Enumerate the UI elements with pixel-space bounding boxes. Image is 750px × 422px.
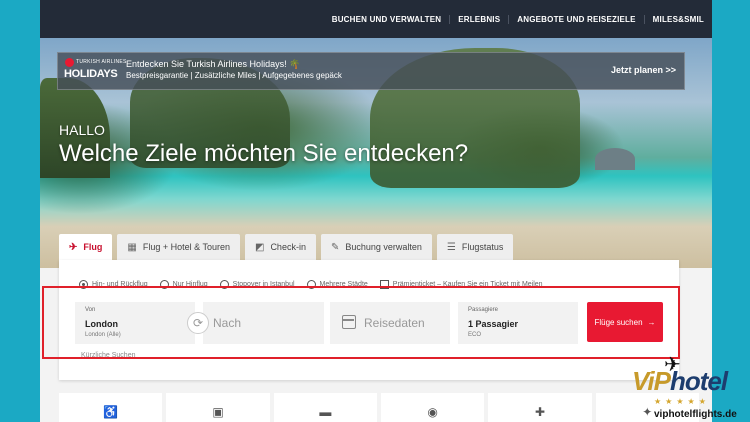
car-icon: ◉ <box>427 405 438 419</box>
hotel-icon: ▦ <box>127 241 137 253</box>
tab-label: Flug + Hotel & Touren <box>142 242 230 252</box>
baggage-icon: ▣ <box>212 405 224 419</box>
tab-flug[interactable]: ✈ Flug <box>59 234 113 260</box>
manage-icon: ✎ <box>330 241 340 253</box>
checkin-icon: ◩ <box>254 241 265 253</box>
nav-item-miles[interactable]: MILES&SMIL <box>643 14 712 24</box>
promo-title: Entdecken Sie Turkish Airlines Holidays!… <box>126 59 301 69</box>
nav-item-buchen[interactable]: BUCHEN UND VERWALTEN <box>324 15 449 24</box>
turkish-airlines-logo-icon <box>65 58 74 67</box>
tab-label: Flugstatus <box>461 242 504 252</box>
hero-headline: Welche Ziele möchten Sie entdecken? <box>59 140 469 167</box>
brand-hotel: hotel <box>669 366 728 396</box>
tab-flugstatus[interactable]: ☰ Flugstatus <box>436 234 514 260</box>
quick-link-hotel[interactable]: ▬ <box>273 393 377 422</box>
bed-icon: ▬ <box>319 405 332 419</box>
tab-label: Buchung verwalten <box>345 242 422 252</box>
promo-subtitle: Bestpreisgarantie | Zusätzliche Miles | … <box>126 71 342 80</box>
tab-label: Flug <box>83 242 103 252</box>
booking-tabs: ✈ Flug ▦ Flug + Hotel & Touren ◩ Check-i… <box>59 234 514 260</box>
tab-label: Check-in <box>270 242 306 252</box>
viphotel-watermark: ✈ ViPhotel ★★★★★ viphotelflights.de <box>632 352 750 422</box>
plane-icon: ✈ <box>69 241 78 253</box>
logo-small-text: TURKISH AIRLINES <box>76 59 127 65</box>
watermark-brand: ViPhotel <box>632 366 728 397</box>
medical-icon: ✚ <box>534 405 545 419</box>
nav-item-angebote[interactable]: ANGEBOTE UND REISEZIELE <box>508 14 643 24</box>
quick-link-car[interactable]: ◉ <box>380 393 485 422</box>
tab-flug-hotel[interactable]: ▦ Flug + Hotel & Touren <box>117 234 240 260</box>
quick-link-seat[interactable]: ♿ <box>59 393 163 422</box>
holidays-promo-banner[interactable]: TURKISH AIRLINES HOLIDAYS Entdecken Sie … <box>57 52 685 90</box>
brand-vip: ViP <box>632 366 671 396</box>
quick-link-baggage[interactable]: ▣ <box>166 393 270 422</box>
top-navigation: BUCHEN UND VERWALTEN ERLEBNIS ANGEBOTE U… <box>40 0 712 38</box>
nav-item-erlebnis[interactable]: ERLEBNIS <box>449 14 508 24</box>
stars-rating: ★★★★★ <box>654 397 710 406</box>
quick-links-row: ♿ ▣ ▬ ◉ ✚ ✦ <box>59 393 699 422</box>
greeting: HALLO <box>59 122 105 138</box>
tab-buchung-verwalten[interactable]: ✎ Buchung verwalten <box>320 234 432 260</box>
watermark-url: viphotelflights.de <box>654 409 737 420</box>
turkish-airlines-holidays-logo: TURKISH AIRLINES HOLIDAYS <box>64 58 126 84</box>
tab-check-in[interactable]: ◩ Check-in <box>244 234 316 260</box>
highlight-box <box>42 286 680 359</box>
quick-link-insurance[interactable]: ✚ <box>488 393 592 422</box>
seat-icon: ♿ <box>103 405 119 419</box>
promo-cta-link[interactable]: Jetzt planen >> <box>611 65 676 75</box>
status-icon: ☰ <box>446 241 456 253</box>
logo-holidays-text: HOLIDAYS <box>64 68 118 80</box>
